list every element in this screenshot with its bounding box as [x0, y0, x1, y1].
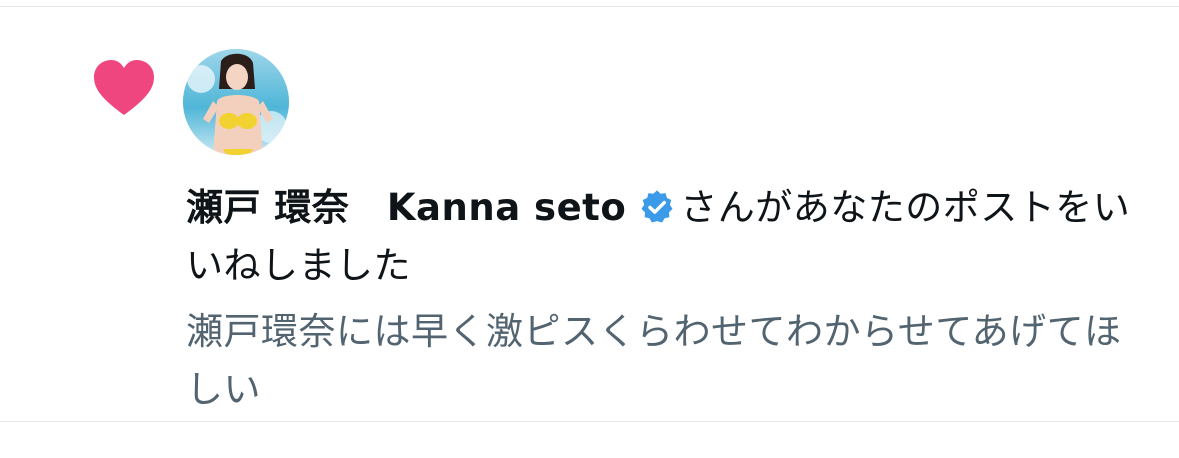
- verified-badge-icon: [641, 190, 673, 223]
- avatar-image: [183, 49, 289, 155]
- heart-icon: [94, 60, 154, 115]
- bottom-divider: [0, 421, 1179, 422]
- notification-message: 瀬戸 環奈 Kanna seto さんがあなたのポストをいいねしました: [186, 179, 1146, 295]
- avatar[interactable]: [183, 49, 289, 155]
- liked-post-text[interactable]: 瀬戸環奈には早く激ピスくらわせてわからせてあげてほしい: [186, 303, 1146, 419]
- user-display-name[interactable]: 瀬戸 環奈 Kanna seto: [186, 186, 626, 229]
- like-notification[interactable]: 瀬戸 環奈 Kanna seto さんがあなたのポストをいいねしました 瀬戸環奈…: [0, 7, 1179, 421]
